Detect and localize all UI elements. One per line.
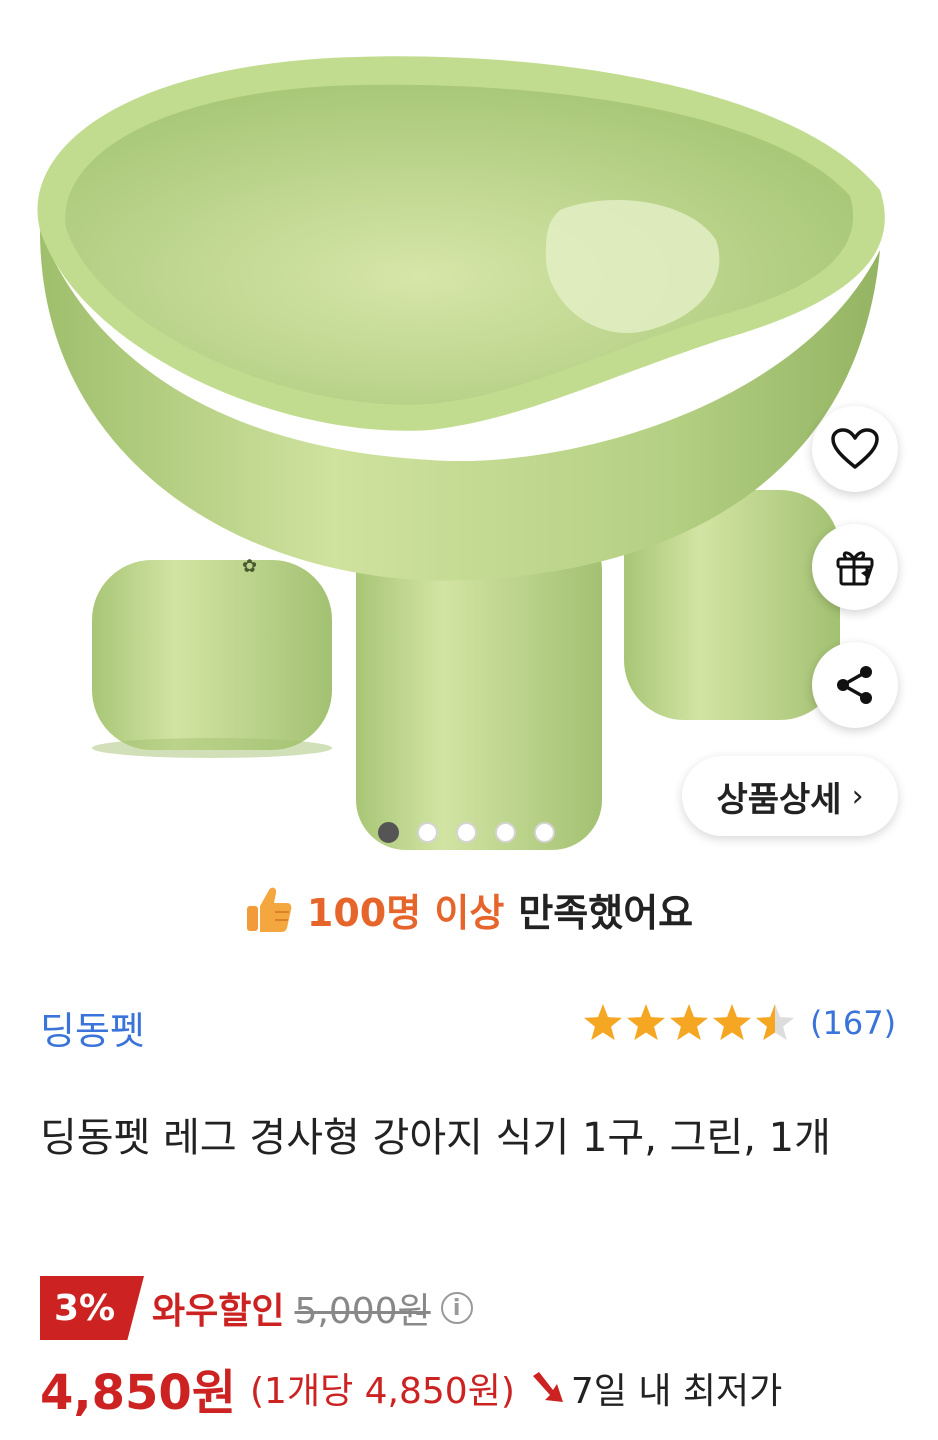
product-image-area[interactable]: ✿ 상품상세 › xyxy=(0,0,938,870)
satisfaction-highlight: 100명 이상 xyxy=(306,890,505,935)
satisfaction-banner: 100명 이상 만족했어요 xyxy=(0,876,938,942)
brand-link[interactable]: 딩동펫 xyxy=(40,1000,145,1055)
info-icon[interactable]: i xyxy=(440,1292,473,1324)
carousel-indicator xyxy=(378,822,555,843)
rating-star xyxy=(583,1004,623,1041)
product-image[interactable]: ✿ xyxy=(0,0,938,870)
trend-down-icon xyxy=(532,1372,563,1402)
wishlist-button[interactable] xyxy=(812,406,898,492)
rating-star xyxy=(712,1004,752,1041)
carousel-dot[interactable] xyxy=(417,822,438,843)
sale-price: 4,850원 xyxy=(40,1365,236,1421)
discount-badge: 3% xyxy=(40,1276,144,1340)
lowest-price-label: 7일 내 최저가 xyxy=(570,1371,783,1412)
product-title: 딩동펫 레그 경사형 강아지 식기 1구, 그린, 1개 xyxy=(40,1115,831,1161)
share-icon xyxy=(837,666,872,704)
rating-star xyxy=(669,1004,709,1041)
carousel-dot[interactable] xyxy=(378,822,399,843)
satisfaction-text: 만족했어요 xyxy=(518,890,694,935)
review-count[interactable]: (167) xyxy=(810,1004,896,1042)
carousel-dot[interactable] xyxy=(495,822,516,843)
gift-icon xyxy=(836,551,874,586)
carousel-dot[interactable] xyxy=(456,822,477,843)
gift-button[interactable] xyxy=(812,524,898,610)
price-row: 4,850원 (1개당 4,850원) 7일 내 최저가 xyxy=(40,1352,782,1424)
star-rating xyxy=(583,1004,795,1041)
heart-icon xyxy=(831,428,879,469)
chevron-right-icon: › xyxy=(851,778,864,814)
discount-row: 3% 와우할인 5,000원 i xyxy=(40,1276,473,1340)
svg-text:✿: ✿ xyxy=(242,556,257,577)
rating-star xyxy=(626,1004,666,1041)
product-detail-button[interactable]: 상품상세 › xyxy=(682,756,898,836)
original-price: 5,000원 xyxy=(294,1291,431,1332)
rating-star xyxy=(755,1004,795,1041)
rating-summary[interactable]: (167) xyxy=(582,1000,896,1046)
product-detail-label: 상품상세 xyxy=(716,779,842,820)
unit-price: (1개당 4,850원) xyxy=(250,1371,515,1412)
thumbs-up-icon xyxy=(246,887,292,932)
carousel-dot[interactable] xyxy=(534,822,555,843)
discount-label: 와우할인 xyxy=(152,1291,285,1332)
share-button[interactable] xyxy=(812,642,898,728)
